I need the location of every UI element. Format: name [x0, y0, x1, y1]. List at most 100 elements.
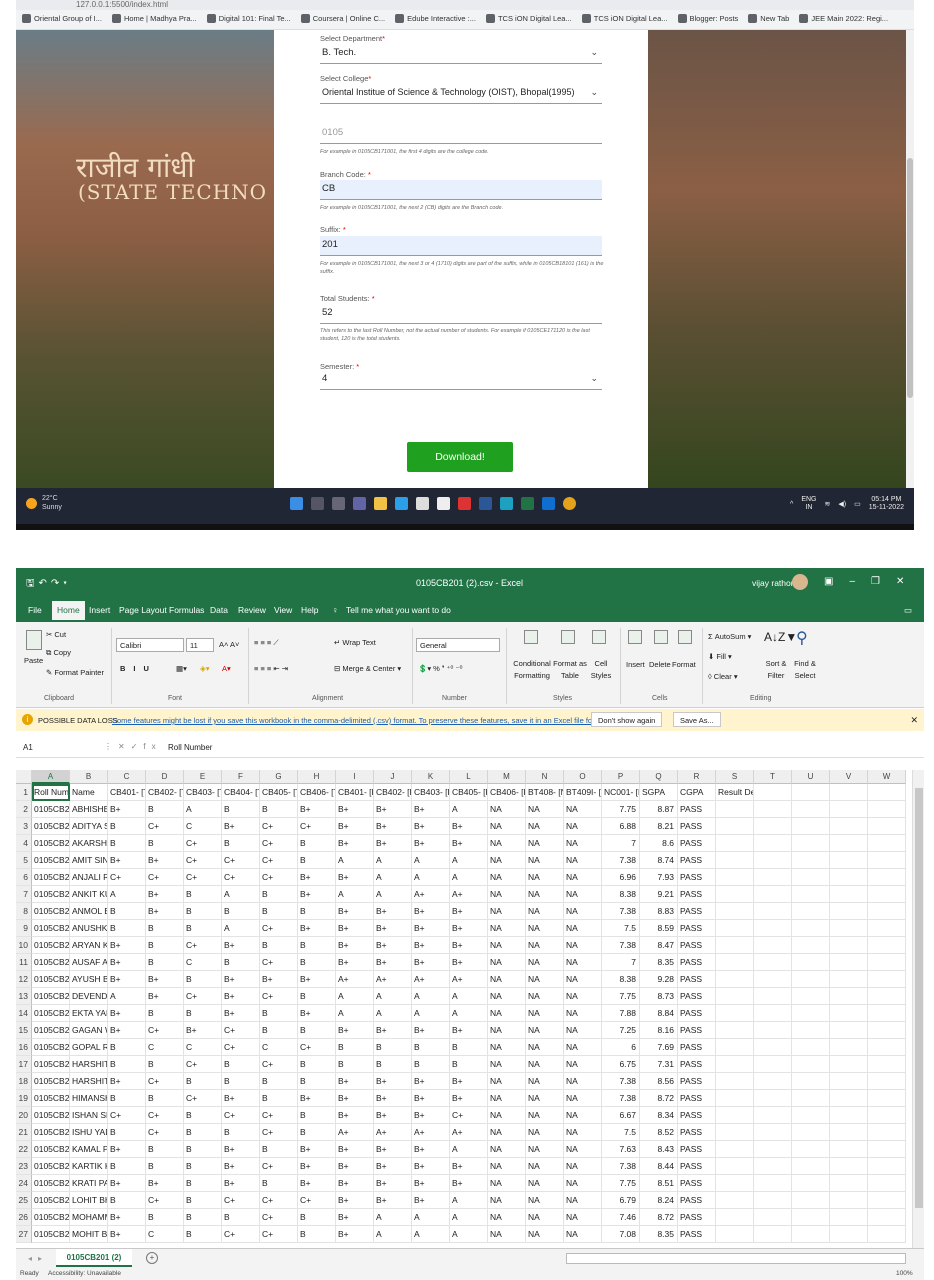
table-cell[interactable]: NA [564, 1124, 602, 1141]
table-cell[interactable] [716, 1209, 754, 1226]
bookmark-item[interactable]: JEE Main 2022: Regi... [799, 14, 888, 23]
table-cell[interactable]: C+ [260, 1056, 298, 1073]
table-cell[interactable]: 0105CB20 [32, 1090, 70, 1107]
table-cell[interactable]: C+ [184, 1056, 222, 1073]
department-select[interactable]: B. Tech. ⌄ [320, 44, 602, 64]
table-cell[interactable]: C+ [146, 1192, 184, 1209]
table-cell[interactable]: NA [526, 937, 564, 954]
table-cell[interactable]: B [260, 1073, 298, 1090]
table-cell[interactable]: CB402- [P] [374, 784, 412, 801]
edge-icon[interactable] [500, 497, 513, 510]
table-cell[interactable]: AKARSH S/ [70, 835, 108, 852]
table-cell[interactable]: 0105CB20 [32, 988, 70, 1005]
table-cell[interactable]: B [184, 1192, 222, 1209]
url-text[interactable]: 127.0.0.1:5500/index.html [76, 0, 168, 9]
table-cell[interactable] [754, 1158, 792, 1175]
table-cell[interactable] [716, 1090, 754, 1107]
table-cell[interactable] [830, 903, 868, 920]
table-cell[interactable] [792, 1090, 830, 1107]
table-cell[interactable] [868, 1158, 906, 1175]
table-cell[interactable]: ARYAN KU [70, 937, 108, 954]
comment-icon[interactable]: ▭ [904, 605, 912, 616]
table-cell[interactable]: B+ [298, 869, 336, 886]
row-number[interactable]: 21 [16, 1124, 32, 1141]
table-cell[interactable]: 8.35 [640, 1226, 678, 1243]
table-cell[interactable]: 0105CB20 [32, 1073, 70, 1090]
table-cell[interactable]: B [184, 1158, 222, 1175]
table-cell[interactable]: B [108, 1039, 146, 1056]
table-cell[interactable]: PASS [678, 1175, 716, 1192]
table-cell[interactable]: NA [488, 1005, 526, 1022]
table-cell[interactable]: CB405- [T] [260, 784, 298, 801]
fill-button[interactable]: ⬇ Fill ▾ [708, 652, 732, 661]
table-cell[interactable]: A [412, 869, 450, 886]
table-cell[interactable] [754, 988, 792, 1005]
table-cell[interactable]: NA [564, 869, 602, 886]
table-cell[interactable]: B+ [108, 1175, 146, 1192]
table-cell[interactable]: C+ [222, 1192, 260, 1209]
row-number[interactable]: 15 [16, 1022, 32, 1039]
table-cell[interactable]: A [412, 988, 450, 1005]
column-header[interactable]: I [336, 770, 374, 784]
table-cell[interactable]: B+ [412, 1107, 450, 1124]
table-cell[interactable]: 8.43 [640, 1141, 678, 1158]
table-cell[interactable] [754, 1209, 792, 1226]
table-cell[interactable] [830, 801, 868, 818]
table-cell[interactable]: B [298, 1022, 336, 1039]
table-cell[interactable]: A [336, 886, 374, 903]
table-cell[interactable]: B+ [374, 920, 412, 937]
table-cell[interactable]: B+ [336, 1226, 374, 1243]
table-cell[interactable]: 0105CB20 [32, 1226, 70, 1243]
table-cell[interactable]: BT409I- [N [564, 784, 602, 801]
table-cell[interactable]: C+ [298, 818, 336, 835]
table-cell[interactable]: C [184, 1039, 222, 1056]
table-cell[interactable]: NA [564, 835, 602, 852]
table-cell[interactable]: NA [564, 1209, 602, 1226]
table-cell[interactable] [716, 1005, 754, 1022]
table-cell[interactable] [830, 988, 868, 1005]
tell-me-search[interactable]: Tell me what you want to do [346, 605, 451, 615]
table-cell[interactable] [754, 1107, 792, 1124]
format-as-table-button[interactable]: Format as Table [552, 658, 588, 682]
table-cell[interactable] [792, 1039, 830, 1056]
number-format-select[interactable]: General [416, 638, 500, 652]
table-cell[interactable]: NA [526, 852, 564, 869]
table-cell[interactable] [716, 852, 754, 869]
table-cell[interactable]: B+ [450, 1090, 488, 1107]
table-cell[interactable]: 0105CB20 [32, 1022, 70, 1039]
table-cell[interactable]: B+ [450, 1022, 488, 1039]
table-cell[interactable]: A+ [374, 971, 412, 988]
column-header[interactable]: D [146, 770, 184, 784]
row-number[interactable]: 13 [16, 988, 32, 1005]
table-cell[interactable]: B+ [374, 1175, 412, 1192]
table-cell[interactable] [792, 1175, 830, 1192]
table-cell[interactable]: C+ [184, 988, 222, 1005]
table-cell[interactable]: ISHU YAD/ [70, 1124, 108, 1141]
table-cell[interactable]: B [146, 937, 184, 954]
volume-icon[interactable]: ◀) [838, 500, 846, 508]
column-header[interactable]: P [602, 770, 640, 784]
table-cell[interactable] [868, 818, 906, 835]
table-cell[interactable]: NA [526, 1073, 564, 1090]
tab-home[interactable]: Home [52, 601, 85, 622]
table-cell[interactable]: CB402- [T] [146, 784, 184, 801]
page-scrollbar[interactable] [906, 30, 914, 488]
table-cell[interactable]: NA [488, 971, 526, 988]
table-cell[interactable]: ANKIT KUI [70, 886, 108, 903]
table-cell[interactable]: C+ [298, 1039, 336, 1056]
table-cell[interactable]: A [184, 801, 222, 818]
table-cell[interactable] [716, 971, 754, 988]
language-indicator[interactable]: ENG IN [801, 496, 816, 512]
table-cell[interactable]: 0105CB20 [32, 869, 70, 886]
table-cell[interactable]: B+ [336, 1073, 374, 1090]
table-cell[interactable]: C+ [260, 1192, 298, 1209]
table-cell[interactable]: NA [564, 1090, 602, 1107]
table-cell[interactable]: B [260, 937, 298, 954]
table-cell[interactable]: C+ [184, 937, 222, 954]
table-cell[interactable]: A [412, 1209, 450, 1226]
table-cell[interactable]: AMIT SINC [70, 852, 108, 869]
table-cell[interactable]: A+ [412, 1124, 450, 1141]
accessibility-status[interactable]: Accessibility: Unavailable [48, 1270, 121, 1277]
table-cell[interactable]: A [374, 852, 412, 869]
table-cell[interactable]: NA [488, 1175, 526, 1192]
